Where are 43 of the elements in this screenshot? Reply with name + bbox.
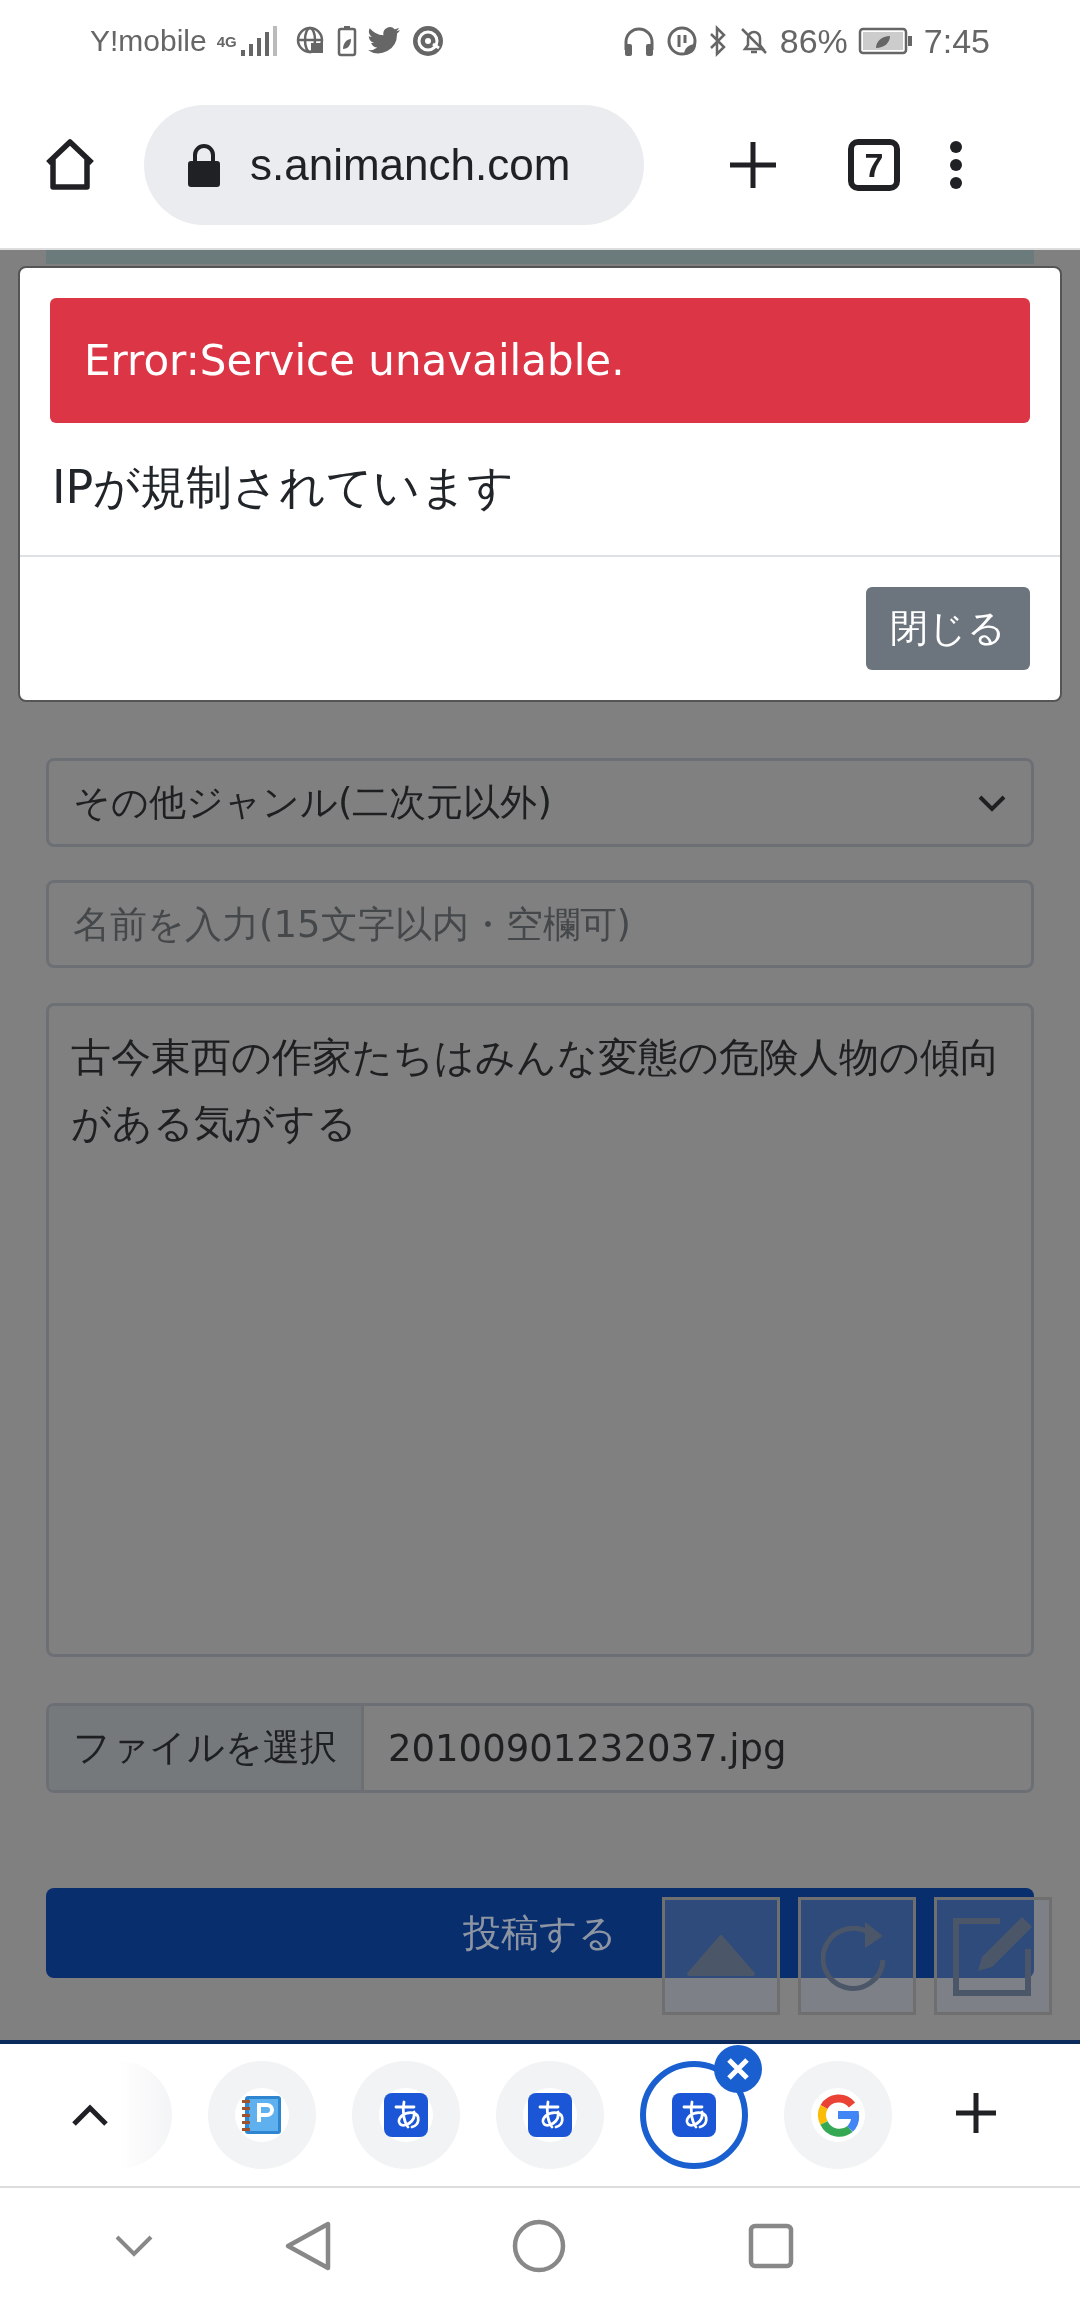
reload-button[interactable] (798, 1897, 916, 2015)
message-field[interactable]: 古今東西の作家たちはみんな変態の危険人物の傾向がある気がする (46, 1003, 1034, 1657)
menu-button[interactable] (948, 140, 964, 190)
error-alert: Error:Service unavailable. (50, 298, 1030, 423)
file-input[interactable]: ファイルを選択 20100901232037.jpg (46, 1703, 1034, 1793)
close-icon[interactable] (714, 2045, 762, 2093)
tab-switcher-button[interactable]: 7 (848, 139, 900, 191)
plus-icon[interactable] (954, 2091, 998, 2135)
plus-icon (728, 140, 778, 190)
clock-time: 7:45 (923, 21, 990, 61)
kana-favicon-icon (384, 2093, 428, 2137)
timer-leaf-icon (665, 25, 698, 57)
close-button[interactable]: 閉じる (866, 587, 1030, 670)
battery-icon (857, 26, 914, 56)
edit-button[interactable] (934, 1897, 1052, 2015)
bluetooth-icon (707, 25, 728, 57)
address-bar[interactable]: s.animanch.com (144, 105, 644, 225)
google-favicon-icon (816, 2093, 860, 2137)
selected-genre: その他ジャンル(二次元以外) (73, 779, 552, 826)
kana-favicon-icon (672, 2093, 716, 2137)
back-icon[interactable] (284, 2220, 332, 2272)
battery-leaf-icon (336, 25, 357, 57)
recents-icon[interactable] (748, 2223, 794, 2269)
file-name: 20100901232037.jpg (387, 1726, 787, 1770)
menu-icon (948, 140, 964, 190)
scroll-up-button[interactable] (662, 1897, 780, 2015)
genre-select[interactable]: その他ジャンル(二次元以外) (46, 758, 1034, 847)
new-tab-button[interactable] (728, 140, 778, 190)
dialog-message: IPが規制されています (51, 459, 516, 516)
bird-icon (366, 26, 401, 56)
carrier-name: Y!mobile (90, 24, 207, 58)
triangle-up-icon (686, 1934, 756, 1978)
home-circle-icon[interactable] (512, 2219, 566, 2273)
network-type: 4G (216, 33, 237, 49)
kana-favicon-icon (528, 2093, 572, 2137)
lock-icon (186, 142, 222, 188)
post-button[interactable]: 投稿する (46, 1888, 1034, 1978)
chevron-down-icon[interactable] (114, 2234, 154, 2258)
battery-percent: 86% (779, 21, 848, 61)
url-text: s.animanch.com (250, 140, 571, 190)
choose-file-button[interactable]: ファイルを選択 (49, 1706, 364, 1790)
name-field[interactable]: 名前を入力(15文字以内・空欄可) (46, 880, 1034, 968)
chevron-up-icon[interactable] (70, 2102, 110, 2128)
